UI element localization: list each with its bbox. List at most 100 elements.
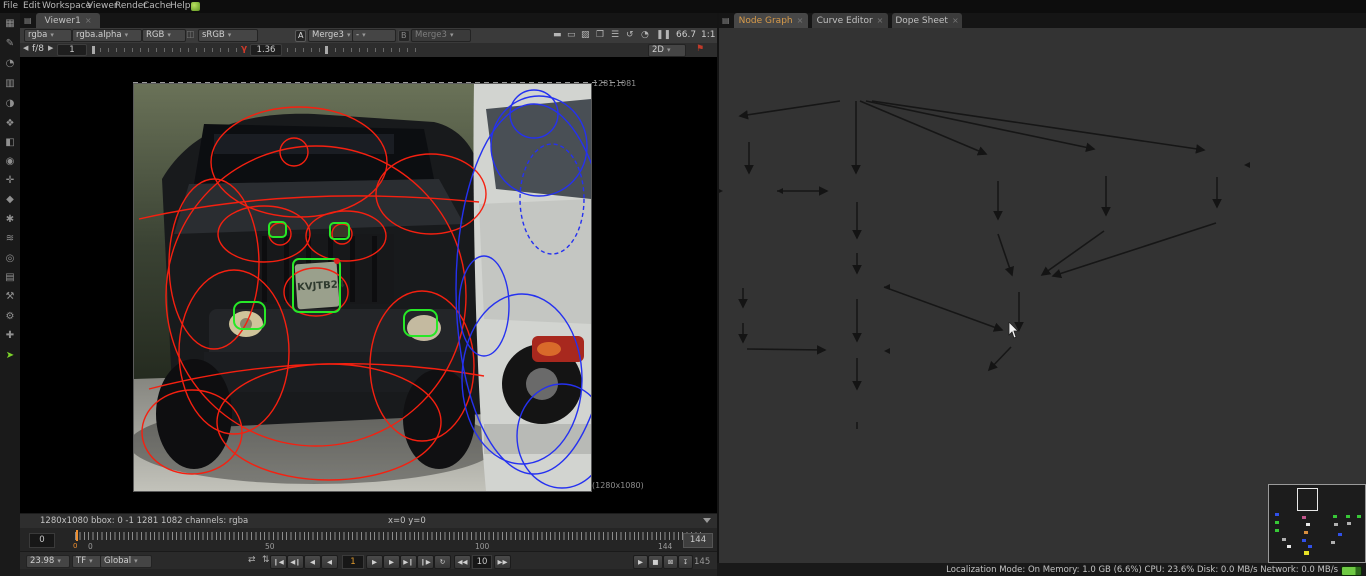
gain-next-icon[interactable]: ▶: [48, 44, 53, 52]
range-end-field[interactable]: 144: [683, 533, 713, 548]
tool-other-icon[interactable]: ⚙: [1, 309, 19, 325]
tab-close-icon[interactable]: ×: [952, 16, 959, 25]
update-icon[interactable]: ◔: [641, 30, 649, 40]
gain-slider[interactable]: [92, 48, 237, 52]
frame-number-field[interactable]: 1: [342, 555, 364, 569]
checkerboard-bg-icon[interactable]: ▨: [581, 30, 590, 40]
menu-edit[interactable]: Edit: [23, 1, 40, 11]
wipe-icon[interactable]: ▬: [553, 30, 562, 40]
lock-range-button[interactable]: ⊠: [663, 555, 678, 569]
viewer-image[interactable]: KVJTB24: [133, 83, 592, 492]
tool-cursor-icon[interactable]: ➤: [1, 348, 19, 364]
tab-close-icon[interactable]: ×: [877, 16, 884, 25]
tool-channel-icon[interactable]: ▥: [1, 76, 19, 92]
current-frame-field[interactable]: 0: [29, 533, 55, 548]
tool-image-icon[interactable]: ▦: [1, 16, 19, 32]
fps-dropdown[interactable]: 23.98▾: [26, 555, 70, 568]
node-graph-minimap[interactable]: [1268, 484, 1366, 563]
gamma-slider[interactable]: [287, 48, 417, 52]
timeline-ruler[interactable]: 0 0 0 50 100 144 144: [20, 528, 717, 551]
gain-prev-icon[interactable]: ◀: [23, 44, 28, 52]
next-keyframe-button[interactable]: ▶❙: [400, 555, 417, 569]
pane-menu-icon[interactable]: ▤: [24, 16, 32, 25]
chevron-down-icon: ▾: [167, 31, 171, 39]
menu-viewer[interactable]: Viewer: [87, 1, 118, 11]
tab-curve-editor[interactable]: Curve Editor×: [812, 13, 888, 28]
gamma-icon[interactable]: γ: [241, 44, 247, 54]
bounce-mode-icon[interactable]: ⇅: [262, 555, 270, 565]
monitor-out-icon[interactable]: ▭: [567, 30, 576, 40]
tool-deep-icon[interactable]: ≋: [1, 231, 19, 247]
wipe-mode-dropdown[interactable]: -▾: [352, 29, 396, 42]
proxy-icon[interactable]: ☰: [611, 30, 619, 40]
tool-transform-icon[interactable]: ✛: [1, 173, 19, 189]
menu-cache[interactable]: Cache: [143, 1, 171, 11]
gain-field[interactable]: 1: [57, 44, 87, 56]
tool-plugins-icon[interactable]: ✚: [1, 328, 19, 344]
refresh-icon[interactable]: ↺: [626, 30, 634, 40]
loop-button[interactable]: ↻: [434, 555, 451, 569]
playhead[interactable]: [76, 530, 78, 541]
tool-particles-icon[interactable]: ✱: [1, 212, 19, 228]
roto-point-handle[interactable]: [334, 258, 340, 264]
tool-time-icon[interactable]: ◔: [1, 56, 19, 72]
frame-decrement-button[interactable]: ◀◀: [454, 555, 471, 569]
step-back-button[interactable]: ◀: [321, 555, 338, 569]
flipbook-button[interactable]: ▶: [633, 555, 648, 569]
menu-help[interactable]: Help: [170, 1, 191, 11]
viewer-canvas[interactable]: KVJTB24: [20, 57, 717, 513]
timeline-tf-dropdown[interactable]: TF▾: [72, 555, 102, 568]
timeline-ticks[interactable]: [75, 532, 703, 540]
gamma-field[interactable]: 1.36: [250, 44, 282, 56]
chevron-down-icon: ▾: [667, 46, 671, 54]
tool-color-icon[interactable]: ◑: [1, 96, 19, 112]
tool-filter-icon[interactable]: ❖: [1, 116, 19, 132]
collapse-triangle-icon[interactable]: [703, 518, 711, 523]
play-forward-button[interactable]: ▶: [383, 555, 400, 569]
frame-range-dropdown[interactable]: Global▾: [100, 555, 152, 568]
fstop-label[interactable]: f/8: [32, 44, 44, 54]
view-2d-dropdown[interactable]: 2D▾: [648, 44, 686, 57]
menu-file[interactable]: File: [3, 1, 18, 11]
tool-toolsets-icon[interactable]: ⚒: [1, 289, 19, 305]
stereo-flag-icon[interactable]: ⚑: [696, 44, 704, 54]
tool-3d-icon[interactable]: ◆: [1, 192, 19, 208]
tab-close-icon[interactable]: ×: [797, 16, 804, 25]
input-a-badge[interactable]: A: [295, 30, 306, 42]
pane-menu-icon[interactable]: ▤: [722, 16, 730, 25]
input-b-badge[interactable]: B: [398, 30, 410, 42]
frame-increment-button[interactable]: ▶▶: [494, 555, 511, 569]
pixel-aspect-value[interactable]: 1:1: [701, 30, 715, 40]
loop-mode-icon[interactable]: ⇄: [248, 555, 256, 565]
step-forward-button[interactable]: ▶: [366, 555, 383, 569]
prev-keyframe-button[interactable]: ◀❙: [287, 555, 304, 569]
go-to-start-button[interactable]: ❙◀: [270, 555, 287, 569]
tab-viewer1[interactable]: Viewer1×: [36, 13, 100, 28]
tool-draw-icon[interactable]: ✎: [1, 36, 19, 52]
input-b-dropdown[interactable]: Merge3▾: [411, 29, 471, 42]
alpha-layer-dropdown[interactable]: rgba.alpha▾: [72, 29, 142, 42]
tab-node-graph[interactable]: Node Graph×: [734, 13, 808, 28]
gain-slider-handle[interactable]: [92, 46, 95, 54]
roi-icon[interactable]: ❐: [596, 30, 604, 40]
tool-merge-icon[interactable]: ◉: [1, 154, 19, 170]
gamma-slider-handle[interactable]: [325, 46, 328, 54]
tool-views-icon[interactable]: ◎: [1, 251, 19, 267]
minimap-view-rect[interactable]: [1297, 488, 1318, 511]
layer-dropdown[interactable]: rgba▾: [24, 29, 72, 42]
tool-metadata-icon[interactable]: ▤: [1, 270, 19, 286]
play-backward-button[interactable]: ◀: [304, 555, 321, 569]
cache-button[interactable]: ↧: [678, 555, 693, 569]
pause-icon[interactable]: ❚❚: [656, 30, 671, 40]
go-to-end-button[interactable]: ❙▶: [417, 555, 434, 569]
gamut-link-icon[interactable]: ◫: [186, 30, 195, 40]
frame-increment-field[interactable]: 10: [472, 555, 492, 569]
tab-dope-sheet[interactable]: Dope Sheet×: [892, 13, 962, 28]
viewer-lut-dropdown[interactable]: sRGB▾: [198, 29, 258, 42]
tab-close-icon[interactable]: ×: [85, 16, 92, 25]
tool-keyer-icon[interactable]: ◧: [1, 135, 19, 151]
menu-workspace[interactable]: Workspace: [42, 1, 91, 11]
stop-button[interactable]: ■: [648, 555, 663, 569]
zoom-level-value[interactable]: 66.7: [676, 30, 696, 40]
display-channels-dropdown[interactable]: RGB▾: [142, 29, 186, 42]
